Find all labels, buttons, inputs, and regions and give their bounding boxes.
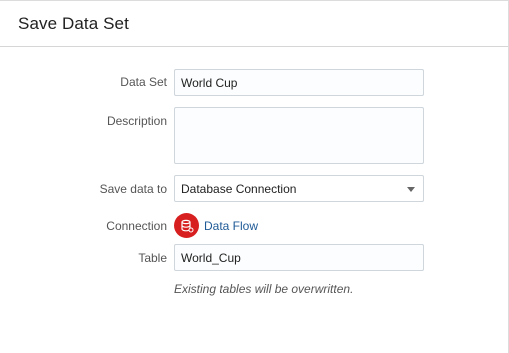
overwrite-hint: Existing tables will be overwritten. — [174, 282, 354, 296]
chevron-down-icon — [407, 187, 415, 192]
description-label: Description — [106, 114, 167, 128]
data-set-label: Data Set — [120, 75, 167, 89]
database-icon — [174, 213, 199, 238]
table-label: Table — [138, 251, 167, 265]
dialog-header: Save Data Set — [0, 1, 508, 47]
connection-label: Connection — [106, 219, 167, 233]
description-textarea[interactable] — [174, 107, 424, 164]
table-input[interactable] — [174, 244, 424, 271]
save-data-set-dialog: Save Data Set Data Set Description Save … — [0, 0, 509, 353]
save-data-to-select[interactable]: Database Connection — [174, 175, 424, 202]
dialog-title: Save Data Set — [18, 13, 129, 33]
data-set-input[interactable] — [174, 69, 424, 96]
save-data-to-value: Database Connection — [181, 181, 297, 196]
save-data-to-label: Save data to — [99, 182, 167, 196]
connection-link[interactable]: Data Flow — [204, 219, 258, 233]
